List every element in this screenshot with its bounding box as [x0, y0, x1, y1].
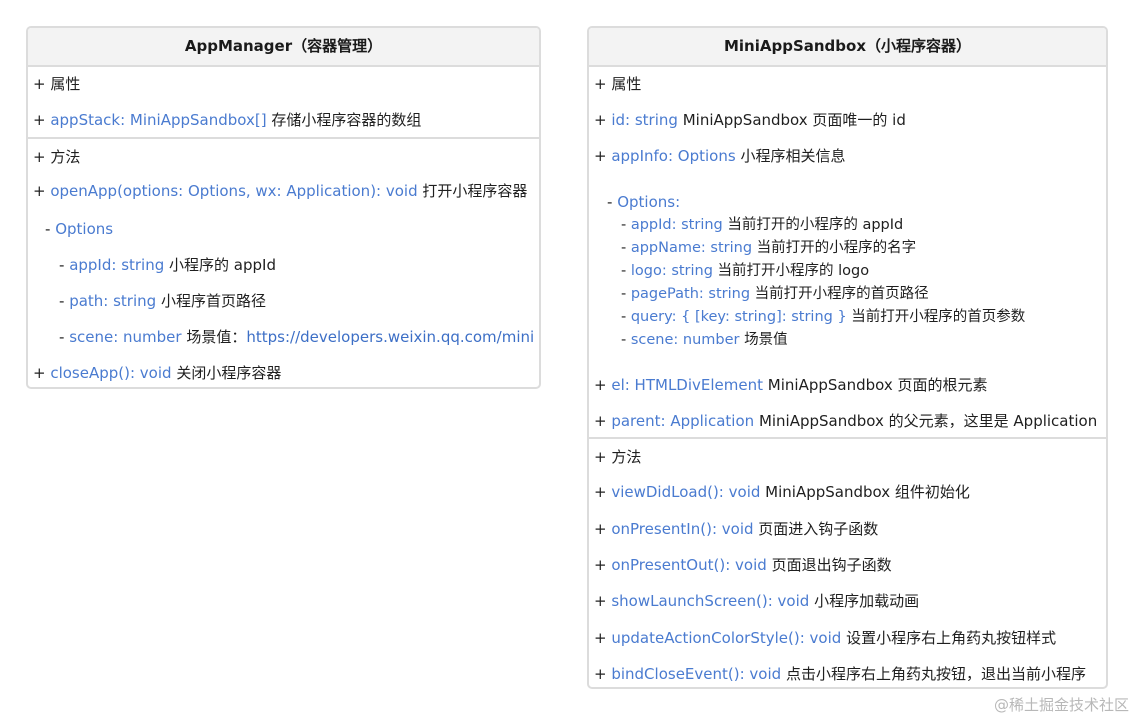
- method-onpresentin: + onPresentIn(): void 页面进入钩子函数: [594, 520, 879, 538]
- option-pagepath: - pagePath: string 当前打开小程序的首页路径: [621, 286, 929, 302]
- method-showlaunchscreen: + showLaunchScreen(): void 小程序加载动画: [594, 592, 920, 610]
- option-query: - query: { [key: string]: string } 当前打开小…: [621, 309, 1026, 325]
- miniappsandbox-properties-section: + 属性 + id: string MiniAppSandbox 页面唯一的 i…: [589, 67, 1106, 437]
- method-viewdidload: + viewDidLoad(): void MiniAppSandbox 组件初…: [594, 483, 970, 501]
- method-closeapp: + closeApp(): void 关闭小程序容器: [33, 364, 282, 382]
- property-parent: + parent: Application MiniAppSandbox 的父元…: [594, 412, 1098, 430]
- watermark: @稀土掘金技术社区: [993, 696, 1129, 714]
- options-label: - Options:: [607, 193, 681, 211]
- appmanager-class-box: AppManager（容器管理） + 属性 + appStack: MiniAp…: [26, 26, 541, 389]
- methods-header: + 方法: [594, 448, 642, 466]
- method-onpresentout: + onPresentOut(): void 页面退出钩子函数: [594, 556, 892, 574]
- appmanager-methods-section: + 方法 + openApp(options: Options, wx: App…: [28, 137, 539, 387]
- method-updateactioncolorstyle: + updateActionColorStyle(): void 设置小程序右上…: [594, 629, 1057, 647]
- option-appid: - appId: string 当前打开的小程序的 appId: [621, 217, 904, 233]
- options-label: - Options: [45, 220, 114, 238]
- method-openapp: + openApp(options: Options, wx: Applicat…: [33, 182, 528, 200]
- option-appid: - appId: string 小程序的 appId: [59, 256, 276, 274]
- appmanager-properties-section: + 属性 + appStack: MiniAppSandbox[] 存储小程序容…: [28, 67, 539, 137]
- option-path: - path: string 小程序首页路径: [59, 292, 266, 310]
- methods-header: + 方法: [33, 148, 81, 166]
- properties-header: + 属性: [33, 75, 81, 93]
- option-scene: - scene: number 场景值: [621, 332, 788, 348]
- option-logo: - logo: string 当前打开小程序的 logo: [621, 263, 870, 279]
- scene-doc-link[interactable]: https://developers.weixin.qq.com/mini: [246, 328, 534, 346]
- properties-header: + 属性: [594, 75, 642, 93]
- property-id: + id: string MiniAppSandbox 页面唯一的 id: [594, 111, 906, 129]
- miniappsandbox-class-box: MiniAppSandbox（小程序容器） + 属性 + id: string …: [587, 26, 1108, 689]
- option-appname: - appName: string 当前打开的小程序的名字: [621, 240, 917, 256]
- miniappsandbox-class-title: MiniAppSandbox（小程序容器）: [589, 28, 1106, 67]
- miniappsandbox-methods-section: + 方法 + viewDidLoad(): void MiniAppSandbo…: [589, 437, 1106, 687]
- appmanager-class-title: AppManager（容器管理）: [28, 28, 539, 67]
- property-appstack: + appStack: MiniAppSandbox[] 存储小程序容器的数组: [33, 111, 422, 129]
- property-appinfo: + appInfo: Options 小程序相关信息: [594, 147, 846, 165]
- property-el: + el: HTMLDivElement MiniAppSandbox 页面的根…: [594, 376, 988, 394]
- option-scene: - scene: number 场景值：https://developers.w…: [59, 328, 535, 346]
- method-bindcloseevent: + bindCloseEvent(): void 点击小程序右上角药丸按钮，退出…: [594, 665, 1086, 683]
